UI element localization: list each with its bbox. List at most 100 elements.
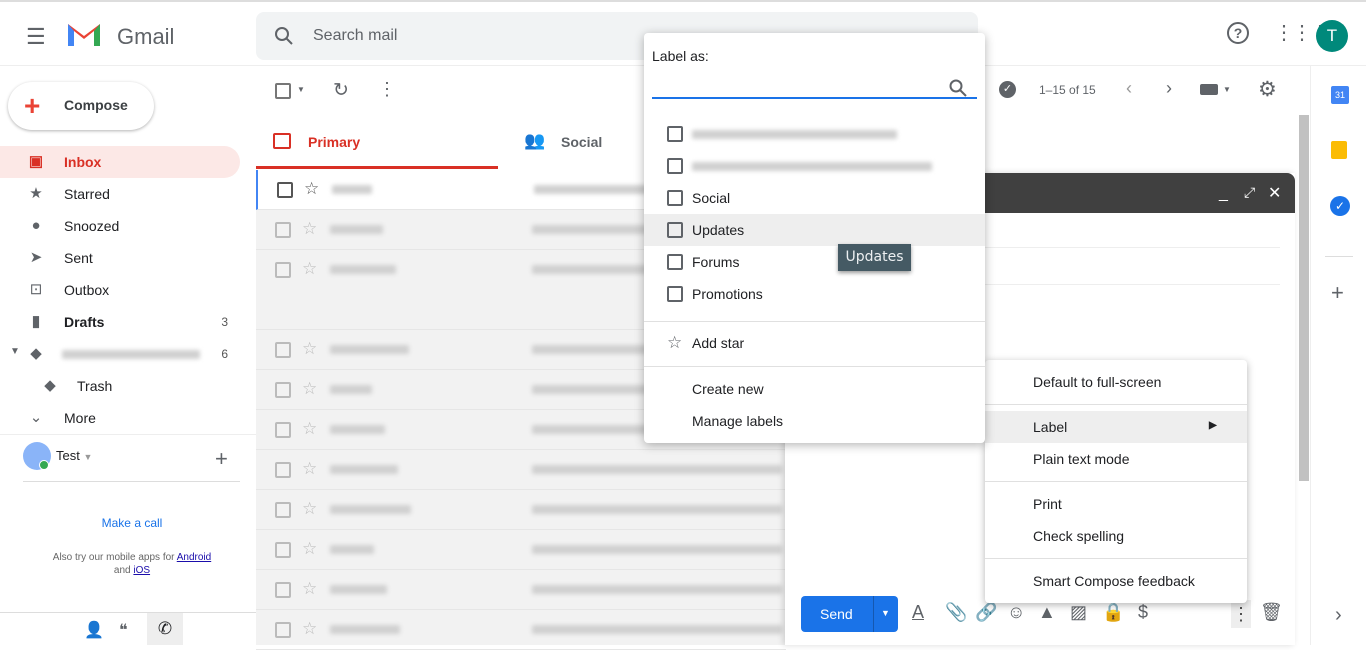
menu-item-check-spelling[interactable]: Check spelling — [985, 520, 1247, 552]
add-addon-icon[interactable]: + — [1331, 280, 1344, 306]
row-checkbox[interactable] — [275, 422, 291, 438]
checkbox[interactable] — [667, 286, 683, 302]
hangouts-icon[interactable]: ❝ — [119, 620, 128, 640]
sidebar-item-outbox[interactable]: ⊡ Outbox — [0, 274, 240, 306]
drive-icon[interactable]: ▲ — [1038, 602, 1056, 623]
star-icon[interactable]: ☆ — [302, 379, 317, 399]
email-row[interactable]: ☆ — [256, 450, 786, 490]
menu-item-plain-text[interactable]: Plain text mode — [985, 443, 1247, 475]
refresh-icon[interactable]: ↻ — [333, 79, 349, 102]
tab-social[interactable]: 👥 Social — [510, 115, 650, 169]
label-option[interactable] — [644, 118, 985, 150]
keep-icon[interactable] — [1331, 141, 1347, 159]
star-icon[interactable]: ☆ — [302, 219, 317, 239]
chevron-left-icon[interactable]: ‹ — [1126, 78, 1132, 99]
label-search-input[interactable] — [652, 75, 977, 99]
avatar[interactable]: T — [1316, 20, 1348, 52]
more-icon[interactable]: ⋮ — [378, 79, 396, 100]
hangouts-user[interactable]: Test ▼ — [56, 448, 92, 463]
row-checkbox[interactable] — [275, 342, 291, 358]
star-icon[interactable]: ☆ — [304, 179, 319, 199]
email-row[interactable]: ☆ — [256, 610, 786, 650]
menu-item-default-fullscreen[interactable]: Default to full-screen — [985, 366, 1247, 398]
create-new-label-item[interactable]: Create new — [644, 373, 985, 405]
chevron-right-icon[interactable]: › — [1166, 78, 1172, 99]
manage-labels-item[interactable]: Manage labels — [644, 405, 985, 437]
label-option[interactable] — [644, 150, 985, 182]
send-button[interactable]: Send ▼ — [801, 596, 898, 632]
row-checkbox[interactable] — [277, 182, 293, 198]
tasks-check-icon[interactable]: ✓ — [999, 81, 1016, 98]
tasks-icon[interactable]: ✓ — [1330, 196, 1350, 216]
star-icon[interactable]: ☆ — [302, 419, 317, 439]
calendar-icon[interactable]: 31 — [1331, 86, 1349, 104]
help-icon[interactable]: ? — [1227, 22, 1249, 44]
star-icon[interactable]: ☆ — [302, 579, 317, 599]
row-checkbox[interactable] — [275, 502, 291, 518]
phone-icon[interactable]: ✆ — [147, 613, 183, 645]
menu-icon[interactable]: ☰ — [26, 24, 46, 50]
email-row[interactable]: ☆ — [256, 490, 786, 530]
input-dropdown-icon[interactable]: ▼ — [1223, 85, 1231, 94]
sidebar-item-drafts[interactable]: ▮ Drafts 3 — [0, 306, 240, 338]
checkbox[interactable] — [667, 126, 683, 142]
checkbox[interactable] — [667, 158, 683, 174]
label-option-promotions[interactable]: Promotions — [644, 278, 985, 310]
sidebar-item-starred[interactable]: ★ Starred — [0, 178, 240, 210]
add-star-item[interactable]: ☆ Add star — [644, 327, 985, 359]
star-icon[interactable]: ☆ — [302, 499, 317, 519]
minimize-icon[interactable]: _ — [1219, 185, 1228, 203]
scrollbar[interactable] — [1299, 115, 1309, 481]
ios-link[interactable]: iOS — [133, 565, 150, 576]
compose-button[interactable]: + Compose — [8, 82, 154, 130]
android-link[interactable]: Android — [177, 552, 211, 563]
hangouts-avatar[interactable] — [23, 442, 51, 470]
schedule-send-dropdown-icon[interactable]: ▼ — [881, 608, 890, 618]
label-option-social[interactable]: Social — [644, 182, 985, 214]
add-contact-icon[interactable]: + — [215, 446, 228, 472]
row-checkbox[interactable] — [275, 262, 291, 278]
sidebar-item-trash[interactable]: ◆ Trash — [0, 370, 240, 402]
expand-panel-icon[interactable]: › — [1335, 604, 1342, 627]
email-row[interactable]: ☆ — [256, 530, 786, 570]
select-all-checkbox[interactable] — [275, 83, 291, 99]
photo-icon[interactable]: ▨ — [1070, 602, 1087, 623]
emoji-icon[interactable]: ☺ — [1007, 602, 1025, 623]
row-checkbox[interactable] — [275, 222, 291, 238]
row-checkbox[interactable] — [275, 622, 291, 638]
star-icon[interactable]: ☆ — [302, 619, 317, 639]
label-option-forums[interactable]: Forums — [644, 246, 985, 278]
row-checkbox[interactable] — [275, 382, 291, 398]
checkbox[interactable] — [667, 222, 683, 238]
email-row[interactable]: ☆ — [256, 570, 786, 610]
discard-draft-icon[interactable]: 🗑 — [1260, 602, 1283, 623]
checkbox[interactable] — [667, 254, 683, 270]
caret-icon[interactable]: ▼ — [10, 346, 20, 357]
sidebar-item-inbox[interactable]: ▣ Inbox — [0, 146, 240, 178]
star-icon[interactable]: ☆ — [302, 539, 317, 559]
link-icon[interactable]: 🔗 — [975, 602, 997, 623]
formatting-icon[interactable]: A — [912, 602, 924, 623]
sidebar-item-more[interactable]: ⌄ More — [0, 402, 240, 434]
contacts-icon[interactable]: 👤 — [84, 620, 104, 640]
sidebar-item-sent[interactable]: ➤ Sent — [0, 242, 240, 274]
attach-icon[interactable]: 📎 — [945, 602, 967, 623]
label-option-updates[interactable]: Updates — [644, 214, 985, 246]
money-icon[interactable]: $ — [1138, 602, 1148, 623]
make-call-link[interactable]: Make a call — [0, 516, 264, 530]
more-options-icon[interactable]: ⋮ — [1231, 600, 1251, 628]
close-icon[interactable]: ✕ — [1268, 183, 1281, 203]
row-checkbox[interactable] — [275, 462, 291, 478]
sidebar-item-snoozed[interactable]: ● Snoozed — [0, 210, 240, 242]
settings-gear-icon[interactable]: ⚙ — [1258, 77, 1277, 102]
row-checkbox[interactable] — [275, 582, 291, 598]
select-dropdown-icon[interactable]: ▼ — [297, 85, 305, 94]
checkbox[interactable] — [667, 190, 683, 206]
sidebar-item-custom-label[interactable]: ▼ ◆ 6 — [0, 338, 240, 370]
star-icon[interactable]: ☆ — [302, 259, 317, 279]
menu-item-label[interactable]: Label ▶ — [985, 411, 1247, 443]
tab-primary[interactable]: Primary — [256, 115, 498, 169]
star-icon[interactable]: ☆ — [302, 339, 317, 359]
menu-item-smart-compose-feedback[interactable]: Smart Compose feedback — [985, 565, 1247, 597]
row-checkbox[interactable] — [275, 542, 291, 558]
